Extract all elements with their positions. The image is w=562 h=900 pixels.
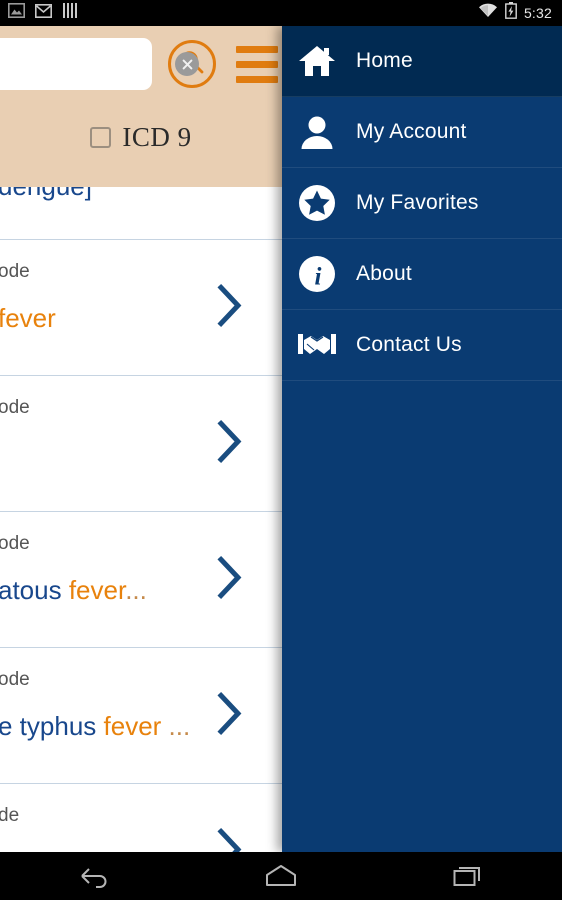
app-header: ICD 9 xyxy=(0,26,282,187)
wifi-icon xyxy=(478,3,498,23)
status-bar-clock: 5:32 xyxy=(523,5,552,21)
desc-prefix: e typhus xyxy=(0,710,104,741)
icd9-filter-row[interactable]: ICD 9 xyxy=(0,108,282,166)
home-nav-icon[interactable] xyxy=(236,852,326,900)
list-item-description: fever xyxy=(0,301,178,336)
list-item-description: e typhus fever ... xyxy=(0,709,190,744)
hamburger-bar xyxy=(236,45,278,53)
search-row xyxy=(0,38,280,90)
sidebar-item-label: My Favorites xyxy=(356,191,479,214)
battery-charging-icon xyxy=(505,2,517,24)
system-navigation-bar xyxy=(0,852,562,900)
sidebar-item-my-favorites[interactable]: My Favorites xyxy=(282,168,562,239)
home-icon xyxy=(297,41,337,81)
chevron-right-icon[interactable] xyxy=(216,555,244,604)
search-results-list[interactable]: dengue] ode fever ode ode atous fever xyxy=(0,187,282,852)
svg-text:i: i xyxy=(315,264,322,291)
sidebar-item-label: My Account xyxy=(356,120,467,143)
clear-x-icon[interactable] xyxy=(175,52,199,76)
status-bar: 5:32 xyxy=(0,0,562,26)
list-item-description: atous fever... xyxy=(0,573,178,608)
sidebar-item-label: Home xyxy=(356,49,413,72)
recents-icon[interactable] xyxy=(423,852,513,900)
desc-prefix: atous xyxy=(0,574,69,605)
back-icon[interactable] xyxy=(49,852,139,900)
sidebar-item-label: Contact Us xyxy=(356,333,462,356)
search-field[interactable] xyxy=(0,38,199,90)
desc-suffix: ... xyxy=(161,710,191,741)
list-item-code: ode xyxy=(0,261,30,282)
gmail-icon xyxy=(35,3,52,23)
status-bar-right-icons: 5:32 xyxy=(478,2,562,24)
navigation-drawer: Home My Account My Favorites i About Con… xyxy=(282,26,562,852)
table-row[interactable]: ode e typhus fever ... xyxy=(0,648,282,784)
bars-icon xyxy=(62,3,78,23)
desc-highlight: fever xyxy=(68,574,126,605)
sidebar-item-about[interactable]: i About xyxy=(282,239,562,310)
list-item-code: ode xyxy=(0,397,30,418)
search-input[interactable] xyxy=(0,54,175,74)
desc-highlight: fever xyxy=(103,710,162,741)
list-item-partial-text: dengue] xyxy=(0,187,92,202)
person-icon xyxy=(297,112,337,152)
sidebar-item-home[interactable]: Home xyxy=(282,26,562,97)
sidebar-item-contact-us[interactable]: Contact Us xyxy=(282,310,562,381)
list-item-partial[interactable]: dengue] xyxy=(0,187,282,240)
table-row[interactable]: ode xyxy=(0,376,282,512)
list-item-code: ode xyxy=(0,669,30,690)
handshake-icon xyxy=(297,325,337,365)
star-icon xyxy=(297,183,337,223)
device-screen: 5:32 ICD 9 ode fever ode ode atous fever… xyxy=(0,0,562,900)
status-bar-left-icons xyxy=(0,3,78,23)
desc-suffix: ... xyxy=(125,574,147,605)
chevron-right-icon[interactable] xyxy=(216,283,244,332)
sidebar-item-label: About xyxy=(356,262,412,285)
chevron-right-icon[interactable] xyxy=(216,691,244,740)
hamburger-bar xyxy=(236,75,278,83)
list-item-code: ode xyxy=(0,533,30,554)
hamburger-bar xyxy=(236,60,278,68)
desc-highlight: fever xyxy=(0,302,56,333)
icd9-label: ICD 9 xyxy=(122,121,192,152)
chevron-right-icon[interactable] xyxy=(216,827,244,852)
table-row[interactable]: de xyxy=(0,784,282,852)
icd9-checkbox[interactable] xyxy=(90,126,112,148)
table-row[interactable]: ode atous fever... xyxy=(0,512,282,648)
list-item-code: de xyxy=(0,805,20,826)
info-icon: i xyxy=(297,254,337,294)
chevron-right-icon[interactable] xyxy=(216,419,244,468)
hamburger-menu-icon[interactable] xyxy=(236,45,278,83)
gallery-icon xyxy=(8,3,25,23)
sidebar-item-my-account[interactable]: My Account xyxy=(282,97,562,168)
table-row[interactable]: ode fever xyxy=(0,240,282,376)
